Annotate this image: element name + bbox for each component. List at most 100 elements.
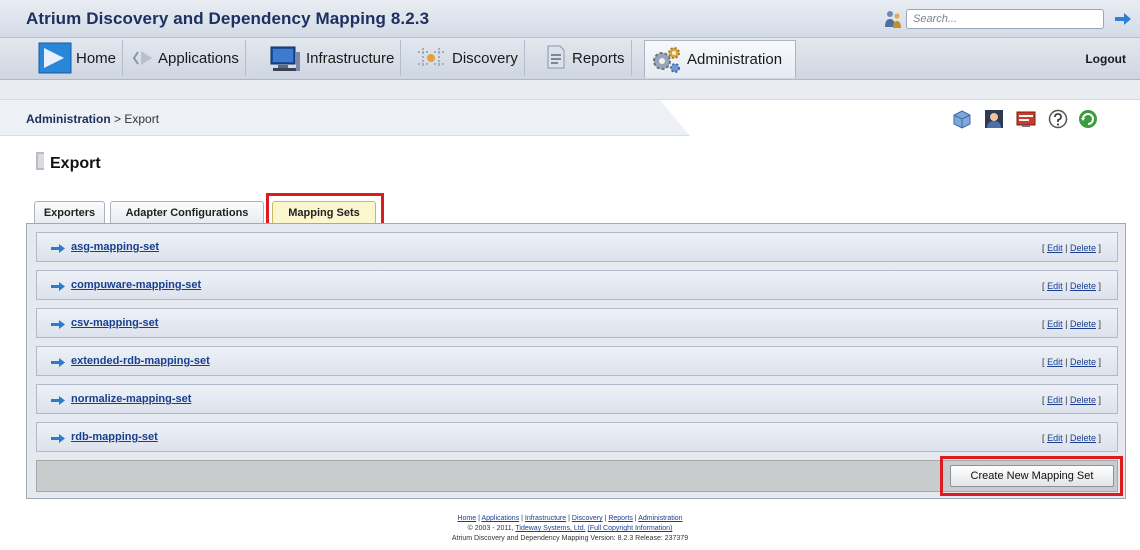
nav-administration-label: Administration — [687, 51, 783, 68]
app-title: Atrium Discovery and Dependency Mapping … — [26, 9, 430, 28]
footer-links: Home | Applications | Infrastructure | D… — [0, 514, 1140, 524]
company-link[interactable]: Tideway Systems, Ltd. — [515, 525, 585, 532]
nav-reports[interactable]: Reports — [540, 40, 632, 76]
mapping-set-link[interactable]: extended-rdb-mapping-set — [71, 355, 210, 367]
edit-link[interactable]: Edit — [1047, 357, 1063, 367]
nav-home[interactable]: Home — [34, 40, 124, 76]
tab-exporters[interactable]: Exporters — [34, 201, 105, 223]
mapping-set-link[interactable]: asg-mapping-set — [71, 241, 159, 253]
nav-administration[interactable]: Administration — [644, 40, 796, 78]
footer-version: Atrium Discovery and Dependency Mapping … — [451, 535, 689, 542]
nav-reports-label: Reports — [572, 49, 625, 67]
footer-link-home[interactable]: Home — [457, 515, 476, 522]
logout-link[interactable]: Logout — [1085, 52, 1126, 66]
footer-link-reports[interactable]: Reports — [608, 515, 633, 522]
action-separator: | — [1065, 395, 1068, 405]
home-arrow-icon — [38, 42, 72, 74]
delete-link[interactable]: Delete — [1070, 243, 1096, 253]
nav-applications[interactable]: Applications — [128, 40, 246, 76]
footer-link-administration[interactable]: Administration — [638, 515, 682, 522]
search-input[interactable] — [906, 9, 1104, 29]
mapping-set-link[interactable]: rdb-mapping-set — [71, 431, 158, 443]
mapping-set-link[interactable]: normalize-mapping-set — [71, 393, 191, 405]
search-go-arrow-icon[interactable] — [1114, 12, 1132, 26]
mapping-set-row: rdb-mapping-set [ Edit | Delete ] — [36, 422, 1118, 452]
discovery-icon — [418, 48, 444, 68]
bracket-open: [ — [1042, 243, 1045, 253]
nav-infrastructure[interactable]: Infrastructure — [264, 40, 402, 76]
export-page-icon — [36, 152, 44, 170]
delete-link[interactable]: Delete — [1070, 433, 1096, 443]
edit-link[interactable]: Edit — [1047, 243, 1063, 253]
mapping-set-row: csv-mapping-set [ Edit | Delete ] — [36, 308, 1118, 338]
row-actions: [ Edit | Delete ] — [1042, 319, 1101, 329]
footer-link-discovery[interactable]: Discovery — [572, 515, 603, 522]
row-arrow-icon — [51, 320, 65, 329]
breadcrumb-administration-link[interactable]: Administration — [26, 112, 111, 126]
nav-infrastructure-label: Infrastructure — [306, 49, 395, 67]
bracket-open: [ — [1042, 395, 1045, 405]
nav-applications-label: Applications — [158, 49, 239, 67]
mapping-set-link[interactable]: compuware-mapping-set — [71, 279, 201, 291]
tab-mapping-sets[interactable]: Mapping Sets — [272, 201, 376, 223]
row-arrow-icon — [51, 358, 65, 367]
full-copyright-link[interactable]: (Full Copyright Information) — [588, 525, 673, 532]
mapping-sets-panel: asg-mapping-set [ Edit | Delete ] compuw… — [26, 223, 1126, 499]
search-people-icon — [885, 11, 901, 28]
footer-link-infrastructure[interactable]: Infrastructure — [525, 515, 566, 522]
row-arrow-icon — [51, 434, 65, 443]
screen-icon[interactable] — [1016, 109, 1036, 129]
bracket-close: ] — [1098, 319, 1101, 329]
applications-icon — [132, 51, 152, 65]
bracket-open: [ — [1042, 281, 1045, 291]
bracket-close: ] — [1098, 243, 1101, 253]
bracket-open: [ — [1042, 433, 1045, 443]
bracket-close: ] — [1098, 281, 1101, 291]
reports-icon — [547, 45, 565, 69]
footer-copyright: © 2003 - 2011, Tideway Systems, Ltd. (Fu… — [0, 524, 1140, 534]
edit-link[interactable]: Edit — [1047, 395, 1063, 405]
footer-link-applications[interactable]: Applications — [481, 515, 519, 522]
copyright-prefix: © 2003 - 2011, — [467, 525, 516, 532]
edit-link[interactable]: Edit — [1047, 433, 1063, 443]
mapping-set-row: normalize-mapping-set [ Edit | Delete ] — [36, 384, 1118, 414]
bracket-close: ] — [1098, 433, 1101, 443]
main-nav: Home Applications Infrastructure Discove… — [0, 38, 1140, 80]
row-actions: [ Edit | Delete ] — [1042, 357, 1101, 367]
row-actions: [ Edit | Delete ] — [1042, 243, 1101, 253]
delete-link[interactable]: Delete — [1070, 281, 1096, 291]
help-icon[interactable] — [1048, 109, 1068, 129]
cube-icon[interactable] — [952, 109, 972, 129]
mapping-set-link[interactable]: csv-mapping-set — [71, 317, 158, 329]
row-actions: [ Edit | Delete ] — [1042, 433, 1101, 443]
edit-link[interactable]: Edit — [1047, 319, 1063, 329]
delete-link[interactable]: Delete — [1070, 319, 1096, 329]
breadcrumb-separator: > — [110, 112, 125, 126]
infrastructure-icon — [270, 46, 300, 71]
tab-adapter-configurations[interactable]: Adapter Configurations — [110, 201, 264, 223]
action-separator: | — [1065, 243, 1068, 253]
row-arrow-icon — [51, 396, 65, 405]
bracket-close: ] — [1098, 395, 1101, 405]
administration-gears-icon — [653, 46, 680, 73]
breadcrumb-current: Export — [124, 112, 160, 126]
create-new-mapping-set-button[interactable]: Create New Mapping Set — [950, 465, 1114, 487]
delete-link[interactable]: Delete — [1070, 357, 1096, 367]
title-bar: Atrium Discovery and Dependency Mapping … — [0, 0, 1140, 38]
edit-link[interactable]: Edit — [1047, 281, 1063, 291]
bracket-open: [ — [1042, 319, 1045, 329]
user-icon[interactable] — [984, 109, 1004, 129]
mapping-set-row: extended-rdb-mapping-set [ Edit | Delete… — [36, 346, 1118, 376]
action-separator: | — [1065, 357, 1068, 367]
refresh-icon[interactable] — [1078, 109, 1098, 129]
mapping-set-row: asg-mapping-set [ Edit | Delete ] — [36, 232, 1118, 262]
bracket-open: [ — [1042, 357, 1045, 367]
row-arrow-icon — [51, 282, 65, 291]
sub-nav-band — [0, 80, 1140, 100]
mapping-set-row: compuware-mapping-set [ Edit | Delete ] — [36, 270, 1118, 300]
delete-link[interactable]: Delete — [1070, 395, 1096, 405]
nav-discovery[interactable]: Discovery — [410, 40, 525, 76]
row-actions: [ Edit | Delete ] — [1042, 281, 1101, 291]
row-arrow-icon — [51, 244, 65, 253]
action-separator: | — [1065, 433, 1068, 443]
